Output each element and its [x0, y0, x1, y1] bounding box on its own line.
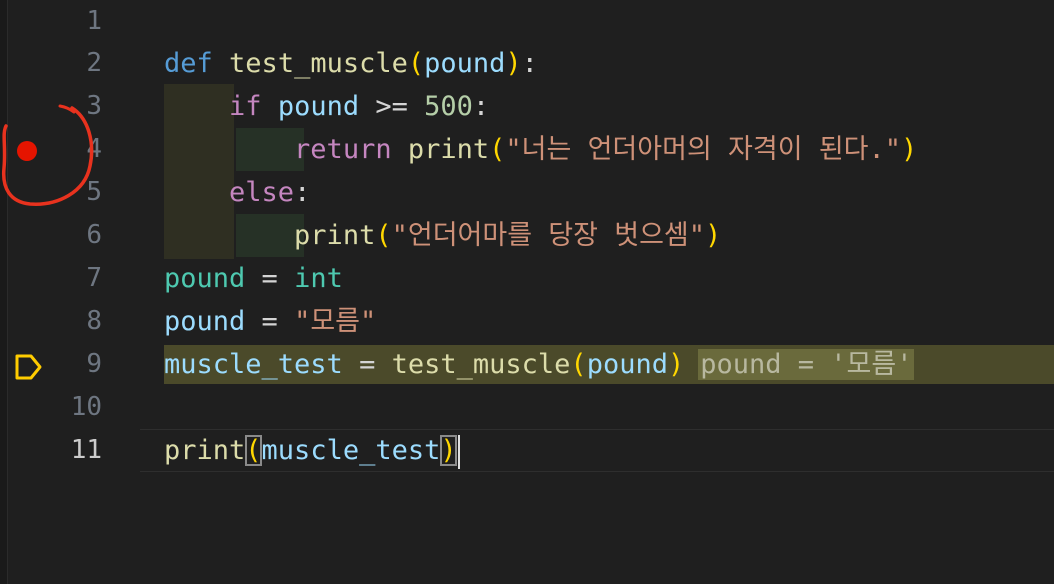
variable: pound — [586, 349, 668, 380]
hand-drawn-circle-icon — [1, 104, 94, 206]
code-text: else: — [164, 171, 310, 214]
bracket: ( — [407, 48, 425, 79]
code-text: print(muscle_test) — [164, 429, 460, 472]
line-number: 2 — [86, 48, 102, 78]
code-line-9[interactable]: 9 muscle_test = test_muscle(pound) pound … — [0, 343, 1054, 386]
code-text: muscle_test = test_muscle(pound) pound = … — [164, 343, 915, 386]
line-number: 10 — [70, 392, 102, 422]
punctuation: : — [294, 177, 311, 208]
line-number: 6 — [86, 220, 102, 250]
line-number: 11 — [70, 435, 102, 465]
string-literal: "모름" — [294, 306, 377, 337]
keyword: else — [229, 177, 295, 208]
keyword: return — [294, 134, 392, 165]
operator: >= — [375, 91, 408, 122]
code-line-4[interactable]: 4 return print("너는 언더아머의 자격이 된다.") — [0, 128, 1054, 171]
code-line-7[interactable]: 7 pound = int — [0, 257, 1054, 300]
text-cursor — [457, 434, 460, 469]
function-name: test_muscle — [391, 349, 571, 380]
keyword: if — [229, 91, 262, 122]
operator: = — [261, 306, 278, 337]
bracket: ( — [570, 349, 587, 380]
code-text: if pound >= 500: — [164, 85, 489, 128]
code-text: pound = int — [164, 257, 343, 300]
bracket-match: ( — [245, 435, 262, 466]
line-number: 9 — [86, 349, 102, 379]
code-text: def test_muscle(pound): — [164, 42, 538, 85]
bracket: ( — [375, 220, 392, 251]
code-line-6[interactable]: 6 print("언더어마를 당장 벗으셈") — [0, 214, 1054, 257]
code-line-8[interactable]: 8 pound = "모름" — [0, 300, 1054, 343]
code-line-3[interactable]: 3 if pound >= 500: — [0, 85, 1054, 128]
code-line-2[interactable]: 2 def test_muscle(pound): — [0, 42, 1054, 85]
variable: muscle_test — [164, 349, 343, 380]
variable: muscle_test — [261, 435, 441, 466]
code-text: return print("너는 언더아머의 자격이 된다.") — [164, 128, 917, 171]
code-text: pound = "모름" — [164, 300, 376, 343]
code-line-11[interactable]: 11 print(muscle_test) — [0, 429, 1054, 472]
parameter: pound — [424, 48, 506, 79]
code-line-5[interactable]: 5 else: — [0, 171, 1054, 214]
bracket-match: ) — [440, 435, 457, 466]
code-line-1[interactable]: 1 — [0, 0, 1054, 43]
bracket: ) — [901, 134, 918, 165]
variable: pound — [164, 263, 246, 294]
variable: pound — [164, 306, 246, 337]
function-name: print — [407, 134, 490, 165]
line-number: 8 — [86, 306, 102, 336]
inline-debug-value: pound = '모름' — [698, 349, 915, 380]
punctuation: : — [521, 48, 538, 79]
code-line-10[interactable]: 10 — [0, 386, 1054, 429]
punctuation: : — [472, 91, 490, 122]
bracket: ) — [667, 349, 685, 380]
bracket: ( — [489, 134, 506, 165]
function-name: print — [294, 220, 376, 251]
number-literal: 500 — [424, 91, 473, 122]
debug-stackframe-icon — [15, 354, 42, 380]
operator: = — [261, 263, 278, 294]
code-editor[interactable]: 1 2 def test_muscle(pound): 3 if pound >… — [0, 0, 1054, 584]
operator: = — [359, 349, 376, 380]
line-number: 7 — [86, 263, 102, 293]
function-name: test_muscle — [229, 48, 408, 79]
keyword: def — [164, 48, 213, 79]
bracket: ) — [505, 48, 522, 79]
variable: pound — [277, 91, 360, 122]
string-literal: "언더어마를 당장 벗으셈" — [391, 220, 706, 251]
type-name: int — [294, 263, 343, 294]
function-name: print — [164, 435, 246, 466]
code-text: print("언더어마를 당장 벗으셈") — [164, 214, 721, 257]
bracket: ) — [705, 220, 722, 251]
line-number: 1 — [86, 6, 102, 36]
string-literal: "너는 언더아머의 자격이 된다." — [505, 134, 902, 165]
